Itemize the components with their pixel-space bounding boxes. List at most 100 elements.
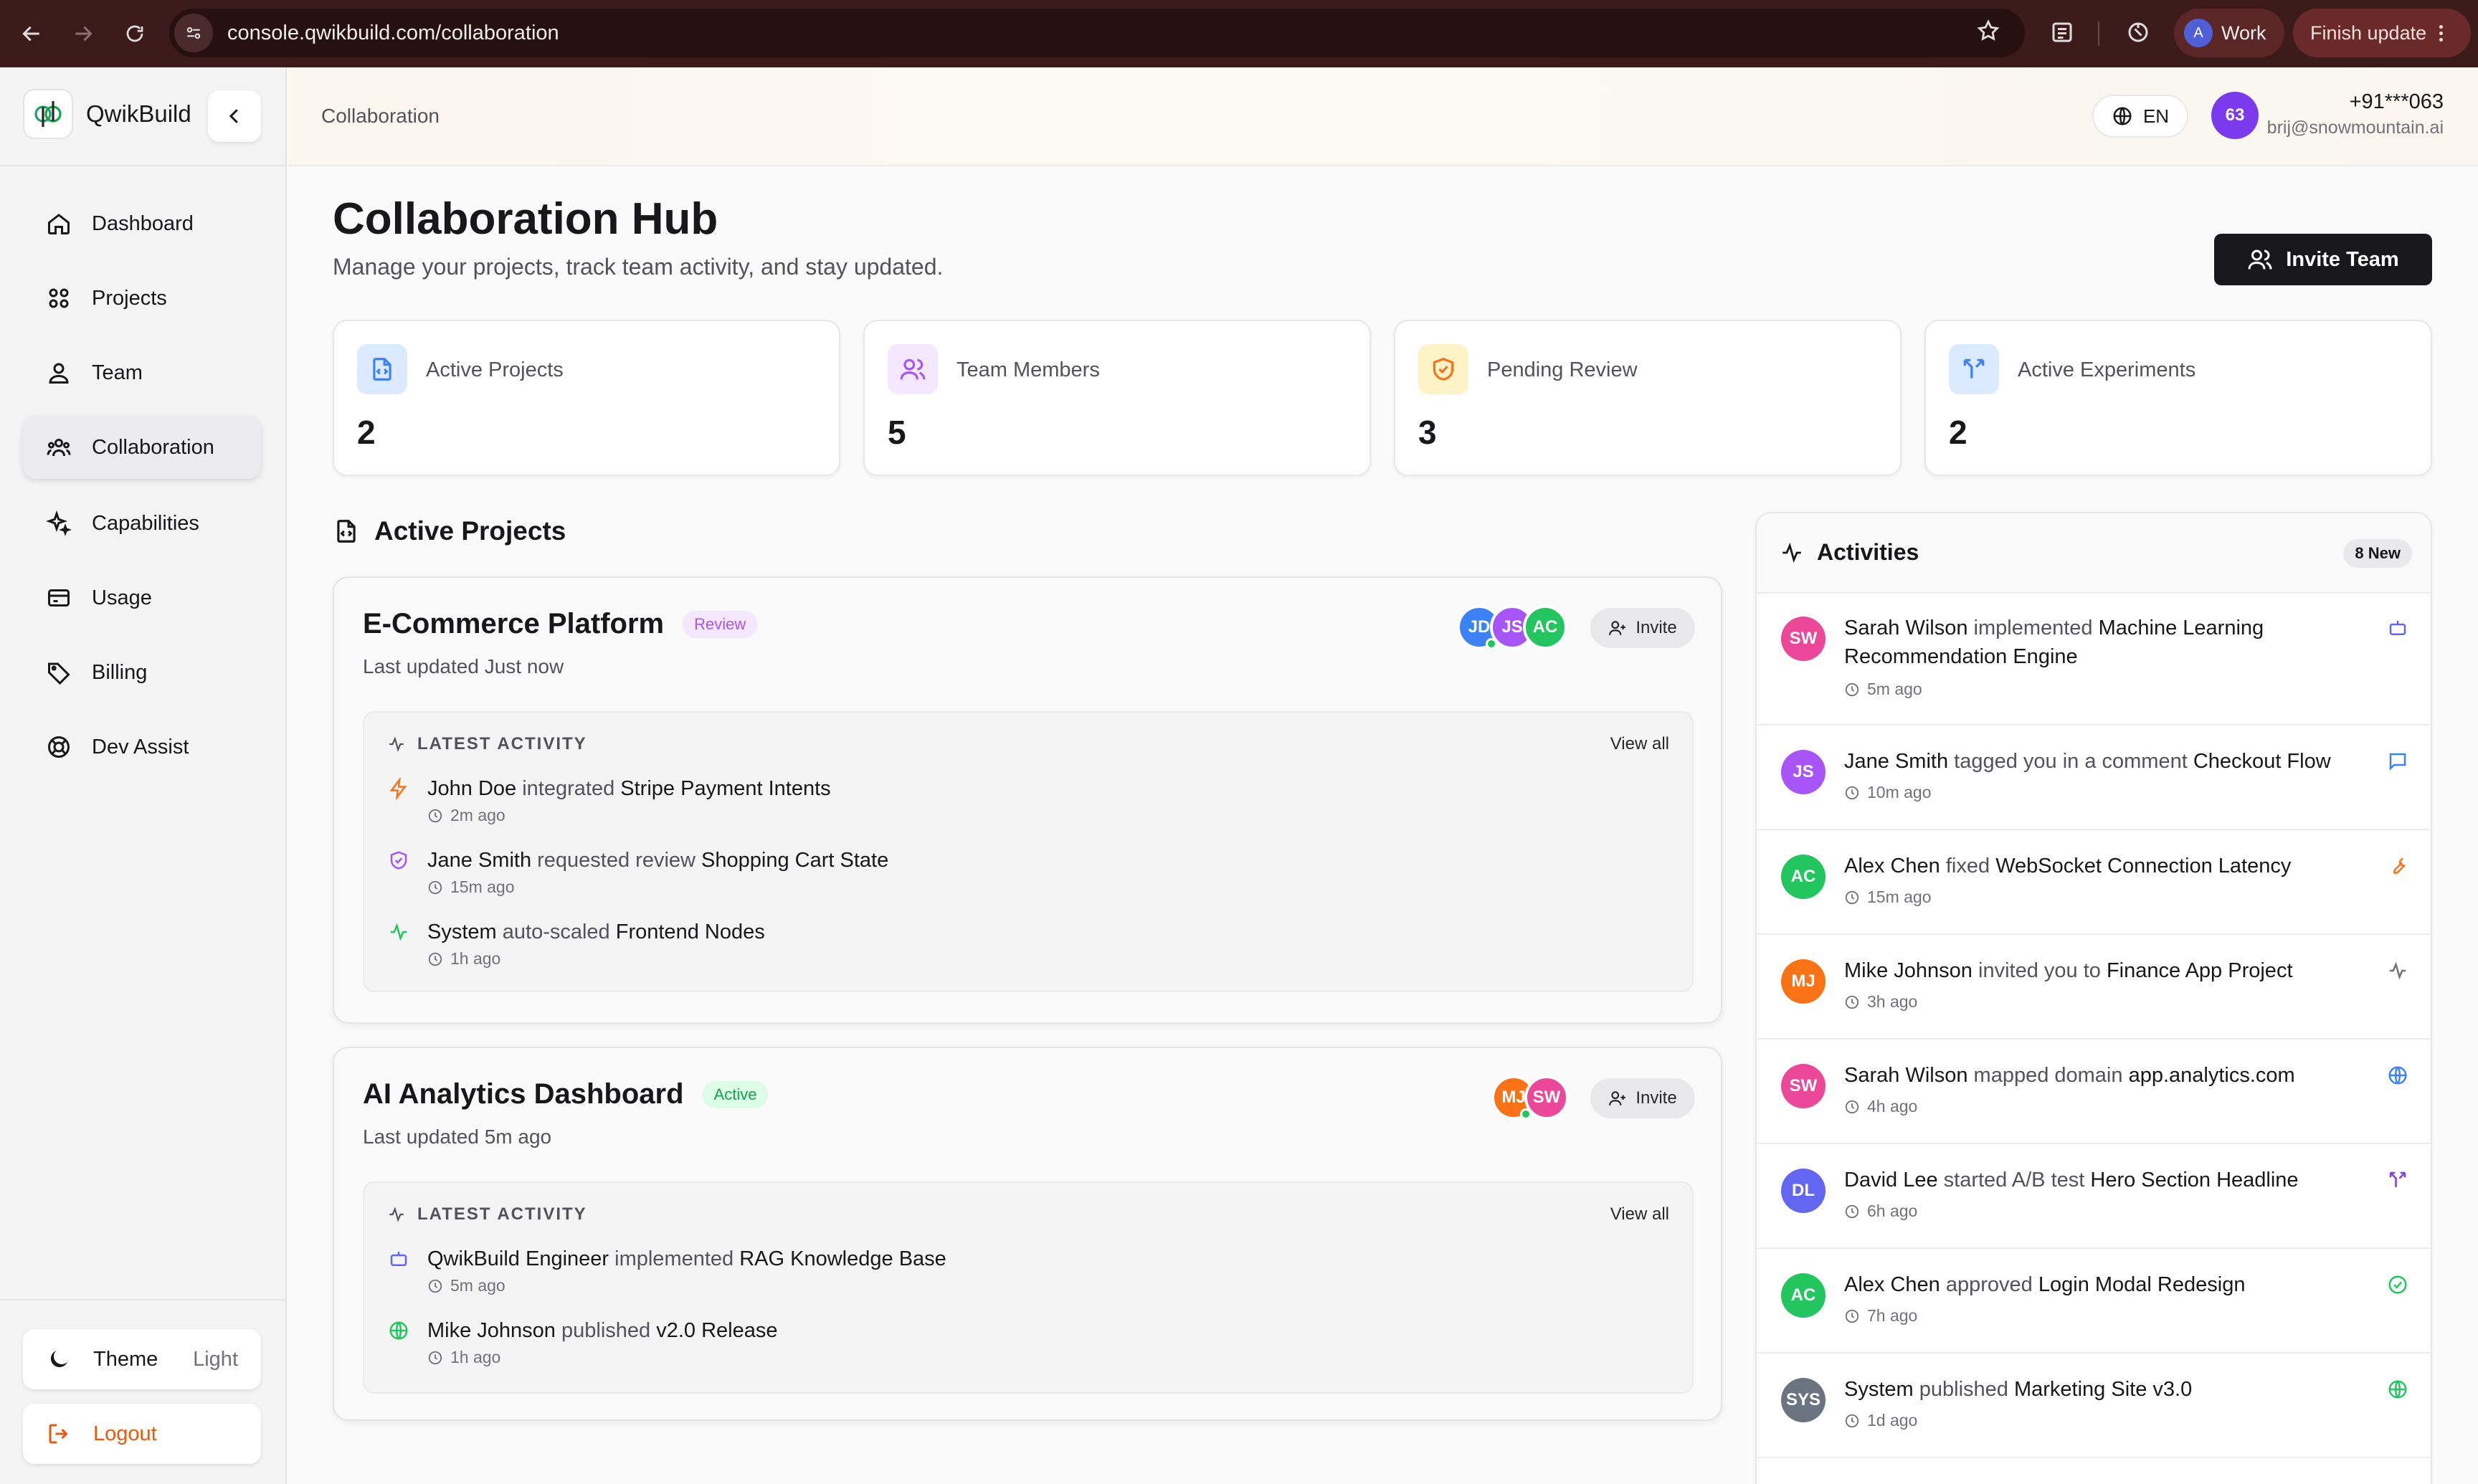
more-vert-icon[interactable] xyxy=(2439,24,2444,42)
sidebar-item-dashboard[interactable]: Dashboard xyxy=(23,192,261,255)
logout-button[interactable]: Logout xyxy=(23,1404,261,1464)
stat-card-active-experiments: Active Experiments 2 xyxy=(1924,320,2432,476)
theme-label: Theme xyxy=(93,1347,158,1371)
robot-icon xyxy=(2385,615,2411,641)
sidebar-item-label: Projects xyxy=(92,286,167,310)
activity-time-row: 3h ago xyxy=(1844,992,1917,1012)
sidebar-item-billing[interactable]: Billing xyxy=(23,641,261,704)
brand-name: QwikBuild xyxy=(86,100,191,127)
file-code-icon xyxy=(357,344,407,394)
sidebar-item-label: Dev Assist xyxy=(92,735,189,758)
invite-team-label: Invite Team xyxy=(2286,247,2399,271)
sidebar-item-usage[interactable]: Usage xyxy=(23,566,261,629)
view-all-link[interactable]: View all xyxy=(1610,1204,1669,1224)
latest-activity-label: LATEST ACTIVITY xyxy=(417,1204,587,1224)
bookmark-star-icon[interactable] xyxy=(1976,19,2000,43)
activity-time-row: 10m ago xyxy=(1844,783,1932,802)
activity-verb: started A/B test xyxy=(1943,1169,2085,1192)
activity-actor: Sarah Wilson xyxy=(1844,617,1968,639)
sidebar-divider xyxy=(0,165,287,166)
sidebar-item-projects[interactable]: Projects xyxy=(23,267,261,330)
activity-row[interactable]: SW Sarah Wilson implemented Machine Lear… xyxy=(1757,594,2431,726)
collapse-sidebar-button[interactable] xyxy=(208,90,261,142)
language-selector[interactable]: EN xyxy=(2092,95,2188,138)
activity-actor: QwikBuild Engineer xyxy=(427,1247,609,1270)
clock-icon xyxy=(1845,1100,1859,1113)
activity-item: Mike Johnson published v2.0 Release 1h a… xyxy=(387,1318,778,1367)
stat-value: 5 xyxy=(888,414,906,451)
address-bar[interactable]: console.qwikbuild.com/collaboration xyxy=(169,9,2025,57)
clock-icon xyxy=(428,952,442,966)
theme-value: Light xyxy=(193,1347,238,1371)
activity-row[interactable]: DL David Lee started A/B test Hero Secti… xyxy=(1757,1144,2431,1249)
activity-actor: System xyxy=(427,921,497,943)
activity-verb: fixed xyxy=(1945,855,1990,877)
avatar: JS xyxy=(1781,750,1826,794)
clock-icon xyxy=(1845,890,1859,904)
invite-button[interactable]: Invite xyxy=(1590,608,1695,648)
forward-button[interactable] xyxy=(69,19,98,48)
invite-button[interactable]: Invite xyxy=(1590,1078,1695,1118)
activity-row[interactable]: JS Jane Smith tagged you in a comment Ch… xyxy=(1757,726,2431,830)
activity-row[interactable]: MJ Mike Johnson invited you to Finance A… xyxy=(1757,935,2431,1040)
file-code-icon xyxy=(337,520,356,543)
users-icon xyxy=(888,344,938,394)
invite-team-button[interactable]: Invite Team xyxy=(2214,234,2432,285)
stat-label: Team Members xyxy=(956,358,1100,381)
arrow-right-icon xyxy=(75,26,92,42)
activity-row[interactable]: SYS System published Marketing Site v3.0… xyxy=(1757,1354,2431,1458)
sidebar-item-collaboration[interactable]: Collaboration xyxy=(23,416,261,479)
grid-icon xyxy=(44,284,73,313)
clock-icon xyxy=(428,1279,442,1293)
extensions-icon[interactable] xyxy=(2125,19,2151,45)
activity-time: 5m ago xyxy=(450,1276,505,1295)
view-all-link[interactable]: View all xyxy=(1610,734,1669,754)
project-card[interactable]: E-Commerce Platform Review Last updated … xyxy=(333,576,1722,1024)
finish-update-button[interactable]: Finish update xyxy=(2293,9,2471,57)
sidebar-item-label: Usage xyxy=(92,586,152,609)
activity-actor: Jane Smith xyxy=(427,849,532,872)
activity-row[interactable]: AC Alex Chen approved Login Modal Redesi… xyxy=(1757,1249,2431,1354)
stat-value: 3 xyxy=(1418,414,1437,451)
avatar: SYS xyxy=(1781,1378,1826,1422)
stat-value: 2 xyxy=(1949,414,1967,451)
activity-verb: integrated xyxy=(522,777,615,800)
reload-icon xyxy=(126,25,143,42)
sidebar-item-dev-assist[interactable]: Dev Assist xyxy=(23,715,261,779)
latest-activity-label: LATEST ACTIVITY xyxy=(417,734,587,753)
url-text[interactable]: console.qwikbuild.com/collaboration xyxy=(227,22,559,45)
avatar[interactable]: AC xyxy=(1523,605,1567,650)
sidebar-item-capabilities[interactable]: Capabilities xyxy=(23,492,261,555)
sidebar-item-team[interactable]: Team xyxy=(23,341,261,404)
activity-row[interactable]: SW Sarah Wilson mapped domain app.analyt… xyxy=(1757,1040,2431,1144)
new-count-badge: 8 New xyxy=(2343,539,2412,568)
back-button[interactable] xyxy=(17,19,46,48)
reload-button[interactable] xyxy=(120,19,149,48)
activity-time: 1h ago xyxy=(450,949,501,968)
avatar: AC xyxy=(1781,1273,1826,1318)
activity-verb: published xyxy=(1919,1378,2008,1401)
invite-label: Invite xyxy=(1636,1088,1677,1108)
shield-icon xyxy=(387,849,410,872)
brand[interactable]: QwikBuild xyxy=(23,89,191,139)
activity-target: app.analytics.com xyxy=(2128,1064,2295,1087)
latest-activity-heading: LATEST ACTIVITY xyxy=(387,1204,587,1224)
stat-label: Active Experiments xyxy=(2018,358,2196,381)
activity-row[interactable]: AC Alex Chen fixed WebSocket Connection … xyxy=(1757,830,2431,935)
site-info-icon[interactable] xyxy=(174,14,213,52)
avatar: AC xyxy=(1781,855,1826,899)
activity-time-row: 15m ago xyxy=(1844,888,1932,907)
logout-icon xyxy=(46,1421,72,1447)
project-card[interactable]: AI Analytics Dashboard Active Last updat… xyxy=(333,1047,1722,1421)
project-name: E-Commerce Platform xyxy=(363,608,665,639)
theme-toggle[interactable]: Theme Light xyxy=(23,1329,261,1389)
users-icon xyxy=(44,358,73,387)
user-avatar[interactable]: 63 xyxy=(2211,92,2259,139)
sidebar-divider xyxy=(0,1299,287,1300)
member-avatars[interactable]: MJ SW xyxy=(1491,1075,1569,1120)
profile-chip[interactable]: A Work xyxy=(2174,9,2284,57)
member-avatars[interactable]: JD JS AC xyxy=(1457,605,1567,650)
reader-mode-icon[interactable] xyxy=(2049,19,2075,45)
activity-actor: Alex Chen xyxy=(1844,855,1940,877)
globe-icon xyxy=(2385,1376,2411,1402)
